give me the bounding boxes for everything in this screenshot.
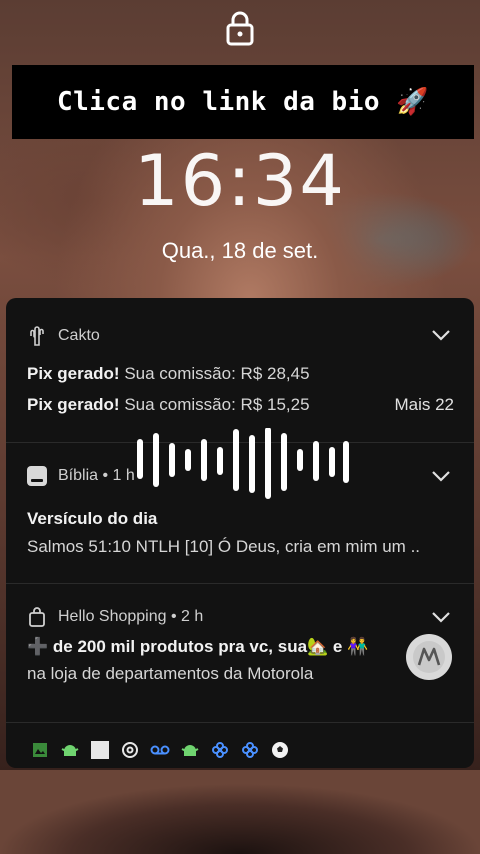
notification-header: Cakto <box>26 325 100 347</box>
notification-time: • 2 h <box>166 608 204 625</box>
pinwheel-icon <box>210 740 230 760</box>
chevron-down-icon[interactable] <box>430 465 452 487</box>
cactus-icon <box>26 325 48 347</box>
chevron-down-icon[interactable] <box>430 324 452 346</box>
notification-line: Pix gerado! Sua comissão: R$ 15,25 <box>27 395 310 414</box>
notification-hello-shopping[interactable]: Hello Shopping • 2 h ➕ de 200 mil produt… <box>6 584 474 723</box>
notification-header: Bíblia • 1 h <box>26 465 135 487</box>
threads-icon <box>120 740 140 760</box>
notification-text: Salmos 51:10 NTLH [10] Ó Deus, cria em m… <box>27 537 421 556</box>
banner-text: Clica no link da bio 🚀 <box>56 87 430 117</box>
shopping-bag-icon <box>26 606 48 628</box>
date: Qua., 18 de set. <box>161 238 319 263</box>
notification-text: na loja de departamentos da Motorola <box>27 664 314 683</box>
gallery-icon <box>30 740 50 760</box>
audio-waveform-icon <box>137 428 349 499</box>
app-name: Cakto <box>58 327 100 344</box>
status-icons-row <box>6 732 474 768</box>
voicemail-icon <box>150 740 170 760</box>
white-square-icon <box>90 740 110 760</box>
pinwheel-icon <box>240 740 260 760</box>
android-icon <box>180 740 200 760</box>
notification-header: Hello Shopping • 2 h <box>26 606 203 628</box>
more-count: Mais 22 <box>394 395 454 414</box>
chevron-down-icon[interactable] <box>430 606 452 628</box>
wallpaper-bottom <box>0 770 480 854</box>
notification-panel: Cakto Pix gerado! Sua comissão: R$ 28,45… <box>6 298 474 768</box>
notification-line: Pix gerado! Sua comissão: R$ 28,45 <box>27 364 310 383</box>
notification-time: • 1 h <box>98 467 135 484</box>
lock-icon[interactable] <box>224 10 256 46</box>
notification-title: Versículo do dia <box>27 509 158 528</box>
bible-icon <box>26 465 48 487</box>
app-name: Bíblia <box>58 467 99 484</box>
motorola-logo-icon <box>406 634 452 680</box>
clock: 16:34 <box>134 140 346 222</box>
app-name: Hello Shopping <box>58 608 167 625</box>
notification-cakto[interactable]: Cakto Pix gerado! Sua comissão: R$ 28,45… <box>6 298 474 443</box>
android-icon <box>60 740 80 760</box>
overlay-banner: Clica no link da bio 🚀 <box>12 65 474 139</box>
notification-title: ➕ de 200 mil produtos pra vc, sua🏡 e 👫 <box>27 637 369 656</box>
soccer-ball-icon <box>270 740 290 760</box>
